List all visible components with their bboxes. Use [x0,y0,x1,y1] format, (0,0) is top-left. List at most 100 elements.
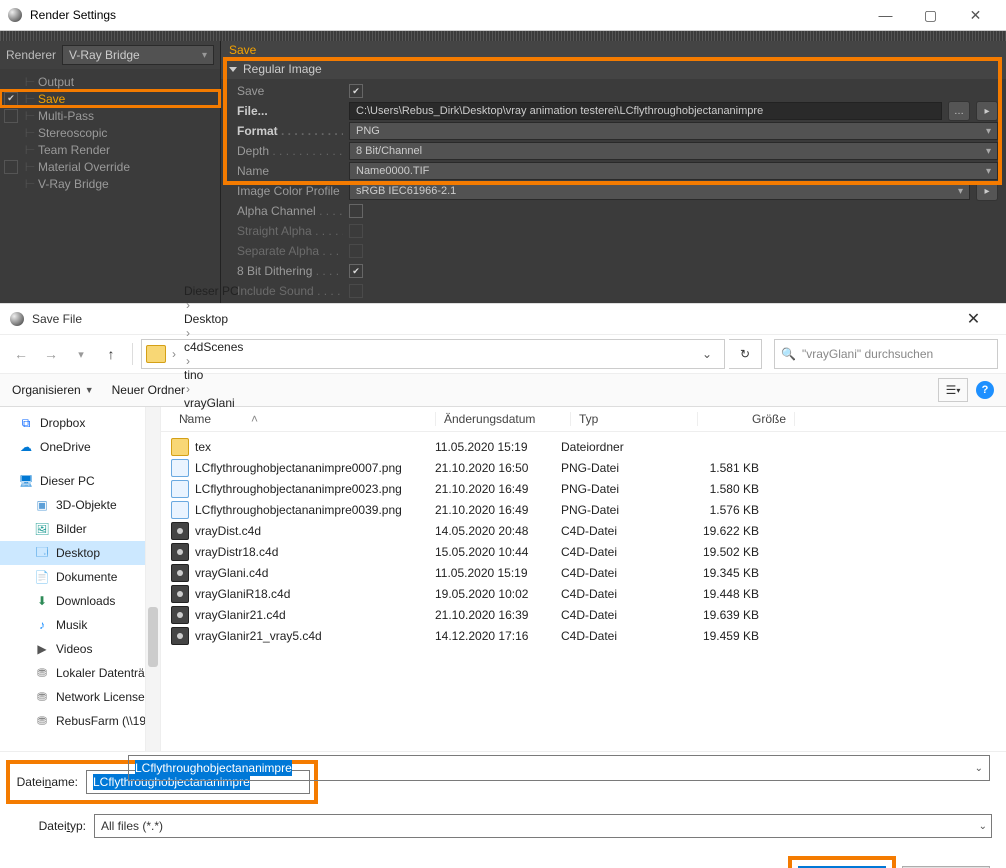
sidebar-label: Lokaler Datenträ [56,666,145,680]
checkbox-icon[interactable] [4,160,18,174]
organize-button[interactable]: Organisieren▼ [12,383,94,397]
help-button[interactable]: ? [976,381,994,399]
sidebar-item-stereoscopic[interactable]: ⊢Stereoscopic [0,124,220,141]
sidebar-item-musik[interactable]: ♪Musik [0,613,160,637]
chevron-right-icon: › [182,354,194,368]
filename-area: Dateiname: LCflythroughobjectananimpre L… [0,751,1006,838]
section-regular-image[interactable]: Regular Image [221,59,1006,79]
sidebar-icon: ⛃ [34,665,50,681]
breadcrumb-item[interactable]: Dieser PC [182,284,245,298]
save-file-titlebar[interactable]: Save File ✕ [0,304,1006,335]
file-browse-button[interactable]: … [948,101,970,121]
sidebar-item-dokumente[interactable]: 📄Dokumente [0,565,160,589]
sidebar-item-team-render[interactable]: ⊢Team Render [0,141,220,158]
up-button[interactable]: ↑ [98,341,124,367]
back-button[interactable]: ← [8,341,34,367]
file-row[interactable]: vrayGlaniR18.c4d19.05.2020 10:02C4D-Date… [171,583,1006,604]
icp-next-button[interactable]: ▸ [976,181,998,201]
new-folder-button[interactable]: Neuer Ordner [112,383,185,397]
file-row[interactable]: vrayGlanir21_vray5.c4d14.12.2020 17:16C4… [171,625,1006,646]
sidebar-scrollbar[interactable] [145,407,160,751]
minimize-button[interactable]: — [863,0,908,30]
sidebar-item-onedrive[interactable]: ☁OneDrive [0,435,160,459]
sidebar-item-v-ray-bridge[interactable]: ⊢V-Ray Bridge [0,175,220,192]
checkbox-icon[interactable]: ✔ [4,92,18,106]
breadcrumb-item[interactable]: c4dScenes [182,340,245,354]
footer: ˄ Ordner ausblenden Speichern Abbrechen [0,846,1006,868]
depth-dropdown[interactable]: 8 Bit/Channel [349,142,998,160]
sound-checkbox [349,284,363,298]
sidebar-item-dieser-pc[interactable]: 🖥Dieser PC [0,469,160,493]
breadcrumb-item[interactable]: tino [182,368,245,382]
chevron-right-icon: › [182,298,194,312]
sound-label: Include Sound [237,284,314,298]
sidebar-icon: ⛃ [34,689,50,705]
maximize-button[interactable]: ▢ [908,0,953,30]
window-title: Save File [32,312,82,326]
sidebar-icon: ▶ [34,641,50,657]
disclosure-triangle-icon [229,67,237,72]
file-label[interactable]: File... [237,104,268,118]
view-mode-button[interactable]: ☰▾ [938,378,968,402]
c4d-icon [171,543,189,561]
file-row[interactable]: vrayDist.c4d14.05.2020 20:48C4D-Datei19.… [171,520,1006,541]
sidebar-item-label: Multi-Pass [38,109,94,123]
save-checkbox[interactable]: ✔ [349,84,363,98]
alpha-label: Alpha Channel [237,204,316,218]
sidebar-item-multi-pass[interactable]: ⊢Multi-Pass [0,107,220,124]
search-input[interactable]: 🔍 "vrayGlani" durchsuchen [774,339,998,369]
file-row[interactable]: LCflythroughobjectananimpre0007.png21.10… [171,457,1006,478]
file-row[interactable]: vrayDistr18.c4d15.05.2020 10:44C4D-Datei… [171,541,1006,562]
file-row[interactable]: LCflythroughobjectananimpre0023.png21.10… [171,478,1006,499]
breadcrumb[interactable]: › Dieser PC›Desktop›c4dScenes›tino›vrayG… [141,339,725,369]
recent-button[interactable]: ▾ [68,341,94,367]
straight-label: Straight Alpha [237,224,312,238]
sidebar-item-dropbox[interactable]: ⧉Dropbox [0,411,160,435]
filetype-dropdown[interactable]: All files (*.*) ⌄ [94,814,992,838]
checkbox-icon[interactable] [4,109,18,123]
breadcrumb-dropdown-icon[interactable]: ⌄ [694,347,720,361]
sidebar-item-rebusfarm-19[interactable]: ⛃RebusFarm (\\19 [0,709,160,733]
sidebar-item-lokaler-datentr-[interactable]: ⛃ Lokaler Datenträ [0,661,160,685]
sidebar-item-bilder[interactable]: 🖼Bilder [0,517,160,541]
name-dropdown[interactable]: Name0000.TIF [349,162,998,180]
sep-checkbox [349,244,363,258]
alpha-checkbox[interactable] [349,204,363,218]
close-button[interactable]: ✕ [951,309,996,329]
close-button[interactable]: ✕ [953,0,998,30]
chevron-right-icon: › [182,326,194,340]
file-row[interactable]: vrayGlanir21.c4d21.10.2020 16:39C4D-Date… [171,604,1006,625]
sidebar-item-network-license[interactable]: ⛃Network License [0,685,160,709]
sidebar-item-videos[interactable]: ▶Videos [0,637,160,661]
png-icon [171,501,189,519]
sidebar-item-3d-objekte[interactable]: ▣3D-Objekte [0,493,160,517]
sidebar-item-downloads[interactable]: ⬇Downloads [0,589,160,613]
filename-input-full[interactable]: LCflythroughobjectananimpre ⌄ [128,755,990,781]
file-row[interactable]: tex11.05.2020 15:19Dateiordner [171,436,1006,457]
sidebar-item-desktop[interactable]: 🗔Desktop [0,541,160,565]
sidebar-item-label: Stereoscopic [38,126,107,140]
sidebar-item-output[interactable]: ⊢Output [0,73,220,90]
breadcrumb-item[interactable]: Desktop [182,312,245,326]
refresh-button[interactable]: ↻ [729,339,762,369]
sidebar-item-material-override[interactable]: ⊢Material Override [0,158,220,175]
column-headers[interactable]: Name˄ Änderungsdatum Typ Größe [161,407,1006,432]
grip-bar[interactable] [0,31,1006,41]
sidebar[interactable]: ⧉Dropbox☁OneDrive 🖥Dieser PC▣3D-Objekte🖼B… [0,407,161,751]
icp-dropdown[interactable]: sRGB IEC61966-2.1 [349,182,970,200]
renderer-dropdown[interactable]: V-Ray Bridge [62,45,214,65]
render-settings-titlebar[interactable]: Render Settings — ▢ ✕ [0,0,1006,31]
file-play-button[interactable]: ▸ [976,101,998,121]
forward-button[interactable]: → [38,341,64,367]
sidebar-item-save[interactable]: ✔⊢Save [0,90,220,107]
file-path-input[interactable]: C:\Users\Rebus_Dirk\Desktop\vray animati… [349,102,942,120]
folder-icon [146,345,166,363]
png-icon [171,459,189,477]
sidebar-icon: 📄 [34,569,50,585]
dither-checkbox[interactable]: ✔ [349,264,363,278]
highlight-save-button: Speichern [792,860,892,868]
sidebar-label: Musik [56,618,87,632]
file-row[interactable]: vrayGlani.c4d11.05.2020 15:19C4D-Datei19… [171,562,1006,583]
format-dropdown[interactable]: PNG [349,122,998,140]
file-row[interactable]: LCflythroughobjectananimpre0039.png21.10… [171,499,1006,520]
